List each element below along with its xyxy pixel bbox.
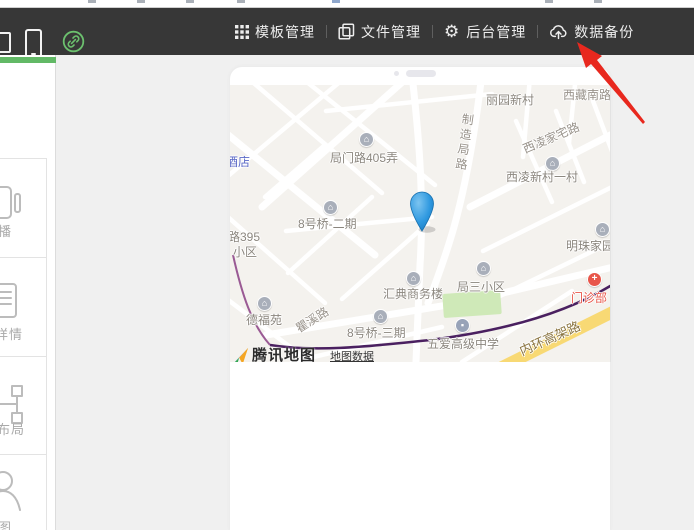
map-person-icon bbox=[0, 469, 26, 513]
strip-mark bbox=[594, 0, 602, 3]
map-label: 酒店 bbox=[230, 153, 250, 170]
phone-speaker bbox=[406, 70, 436, 77]
strip-mark bbox=[88, 0, 96, 3]
menu-item-template-manage[interactable]: 模板管理 bbox=[224, 22, 326, 42]
map-label: 8号桥-二期 bbox=[298, 215, 357, 232]
school-icon: ▪ bbox=[455, 318, 470, 333]
map-label: 局门路405弄 bbox=[330, 149, 398, 166]
map-label: 门诊部 bbox=[571, 289, 607, 306]
building-icon: ⌂ bbox=[359, 132, 374, 147]
annotation-arrow bbox=[560, 35, 660, 130]
sidebar-active-indicator bbox=[0, 57, 56, 63]
sidebar-item-label: 详情 bbox=[0, 324, 23, 343]
map-vendor-name: 腾讯地图 bbox=[252, 344, 316, 362]
map-vendor-logo: 腾讯地图 bbox=[231, 344, 316, 362]
strip-mark bbox=[137, 0, 145, 3]
sidebar-item-map[interactable]: 地图 bbox=[0, 454, 47, 530]
mobile-preview-icon[interactable] bbox=[25, 29, 42, 58]
map-label: 德福苑 bbox=[246, 311, 282, 328]
sidebar-item-label: 布局 bbox=[0, 419, 25, 438]
sidebar-item-layout[interactable]: 布局 bbox=[0, 356, 47, 454]
sidebar-item-detail[interactable]: 详情 bbox=[0, 257, 47, 356]
building-icon: ⌂ bbox=[595, 222, 610, 237]
building-icon: ⌂ bbox=[406, 271, 421, 286]
sidebar-item-label: 轮播 bbox=[0, 221, 12, 240]
building-icon: ⌂ bbox=[323, 200, 338, 215]
browser-edge-strip bbox=[0, 0, 694, 8]
building-icon: ⌂ bbox=[257, 296, 272, 311]
building-icon: ⌂ bbox=[373, 309, 388, 324]
detail-page-icon bbox=[0, 282, 22, 319]
component-sidebar: 轮播 详情 布局 地图 bbox=[0, 55, 56, 530]
menu-label: 文件管理 bbox=[361, 22, 421, 42]
strip-mark bbox=[332, 0, 340, 3]
map-label: 8号桥-三期 bbox=[347, 324, 406, 341]
map-label: 汇典商务楼 bbox=[383, 285, 443, 302]
map-label: 明珠家园 bbox=[566, 237, 611, 254]
app-window: 模板管理 文件管理 ⚙ 后台管理 bbox=[0, 0, 694, 530]
grid-icon bbox=[235, 25, 249, 39]
menu-item-backend-manage[interactable]: ⚙ 后台管理 bbox=[433, 22, 537, 42]
menu-item-file-manage[interactable]: 文件管理 bbox=[327, 22, 432, 42]
desktop-preview-icon[interactable] bbox=[0, 32, 11, 53]
file-icon bbox=[338, 23, 355, 40]
map-marker-pin bbox=[408, 189, 436, 233]
sidebar-item-label: 地图 bbox=[0, 517, 12, 530]
link-icon[interactable] bbox=[62, 30, 85, 53]
phone-camera-dot bbox=[394, 71, 399, 76]
strip-mark bbox=[237, 0, 245, 3]
map-label: 小区 bbox=[233, 243, 257, 260]
map-data-link[interactable]: 地图数据 bbox=[330, 348, 374, 362]
strip-mark bbox=[186, 0, 194, 3]
map-canvas[interactable]: ⌂ ⌂ ⌂ ⌂ ⌂ ⌂ ⌂ ⌂ + ▪ 丽园新村 西藏南路 局门路405弄 酒店… bbox=[230, 85, 611, 362]
map-label: 丽园新村 bbox=[486, 91, 534, 108]
menu-label: 模板管理 bbox=[255, 22, 315, 42]
clinic-icon: + bbox=[587, 272, 602, 287]
carousel-icon bbox=[0, 185, 22, 221]
map-label: 五爱高级中学 bbox=[427, 335, 499, 352]
building-icon: ⌂ bbox=[476, 261, 491, 276]
strip-mark bbox=[545, 0, 553, 3]
menu-label: 后台管理 bbox=[466, 22, 526, 42]
sidebar-item-carousel[interactable]: 轮播 bbox=[0, 158, 47, 257]
mobile-preview-frame: ⌂ ⌂ ⌂ ⌂ ⌂ ⌂ ⌂ ⌂ + ▪ 丽园新村 西藏南路 局门路405弄 酒店… bbox=[230, 67, 610, 530]
tencent-map-icon bbox=[231, 347, 249, 362]
map-label: 局三小区 bbox=[457, 278, 505, 295]
gear-icon: ⚙ bbox=[444, 23, 460, 40]
map-label: 西凌新村一村 bbox=[506, 168, 578, 185]
